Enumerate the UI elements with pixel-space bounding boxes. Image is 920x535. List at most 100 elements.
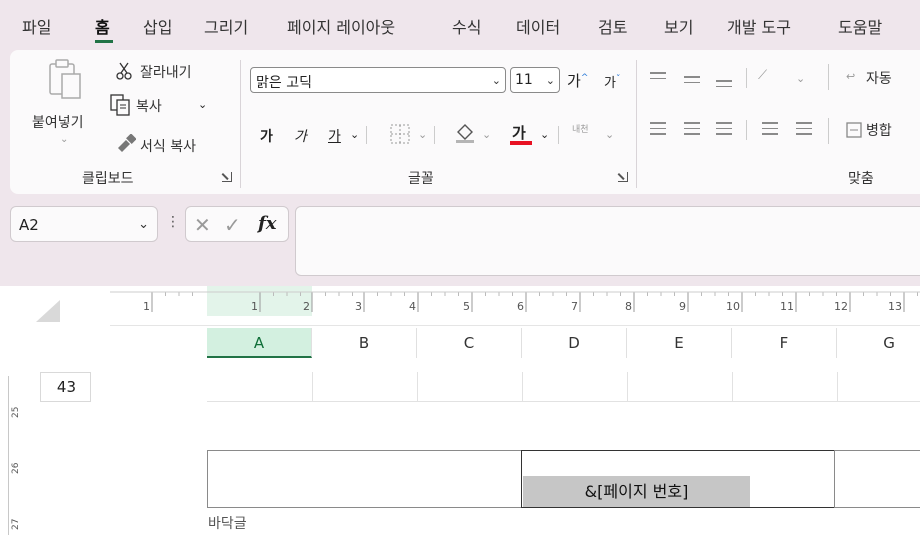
copy-dropdown-icon[interactable]: ⌄ <box>198 98 207 111</box>
tab-home[interactable]: 홈 <box>95 14 110 38</box>
column-header-a[interactable]: A <box>207 328 312 358</box>
align-right-icon[interactable] <box>716 118 732 139</box>
italic-button[interactable]: 가 <box>294 126 307 146</box>
wrap-text-button[interactable]: 자동 <box>866 68 892 88</box>
column-header-g[interactable]: G <box>837 328 920 358</box>
fill-color-icon[interactable] <box>454 122 476 148</box>
enter-icon[interactable]: ✓ <box>224 213 241 237</box>
column-header-b[interactable]: B <box>312 328 417 358</box>
active-tab-indicator <box>95 40 113 43</box>
align-center-icon[interactable] <box>684 118 700 139</box>
gridline <box>522 372 523 402</box>
ruler-number: 2 <box>303 300 310 313</box>
font-size-select[interactable]: 11 ⌄ <box>510 67 560 93</box>
cut-button[interactable]: 잘라내기 <box>140 62 192 82</box>
fill-dropdown-icon[interactable]: ⌄ <box>482 128 491 141</box>
font-name-select[interactable]: 맑은 고딕 ⌄ <box>250 67 506 93</box>
align-middle-icon[interactable] <box>684 72 700 87</box>
font-group-label: 글꼴 <box>408 171 434 187</box>
tab-formulas[interactable]: 수식 <box>452 14 481 38</box>
align-left-icon[interactable] <box>650 118 666 139</box>
column-header-c[interactable]: C <box>417 328 522 358</box>
more-options-icon[interactable]: ⋮ <box>166 214 180 230</box>
align-top-icon[interactable] <box>650 68 666 83</box>
formula-input[interactable] <box>295 206 920 276</box>
name-box-value: A2 <box>19 216 39 234</box>
ruler-number: 3 <box>355 300 362 313</box>
paste-icon <box>49 59 81 99</box>
tab-page-layout[interactable]: 페이지 레이아웃 <box>287 14 395 38</box>
phonetic-button[interactable]: 내천 <box>572 122 589 135</box>
phonetic-dropdown-icon[interactable]: ⌄ <box>605 128 614 141</box>
format-painter-button[interactable]: 서식 복사 <box>140 136 196 156</box>
borders-dropdown-icon[interactable]: ⌄ <box>418 128 427 141</box>
group-divider <box>240 60 241 188</box>
merge-button[interactable]: 병합 <box>866 120 892 140</box>
ruler-number: 6 <box>517 300 524 313</box>
insert-function-button[interactable]: fx <box>258 213 276 234</box>
clipboard-group-label: 클립보드 <box>82 171 134 187</box>
ruler-number: 5 <box>463 300 470 313</box>
tab-draw[interactable]: 그리기 <box>204 14 248 38</box>
formula-actions: ✕ ✓ fx <box>185 206 289 242</box>
underline-button[interactable]: 가 <box>328 126 341 146</box>
column-header-f[interactable]: F <box>732 328 837 358</box>
tab-view[interactable]: 보기 <box>664 14 693 38</box>
ruler-number: 10 <box>726 300 740 313</box>
grow-font-button[interactable]: 가^ <box>567 70 588 91</box>
orientation-icon[interactable]: ⟋ <box>758 68 767 83</box>
tab-data[interactable]: 데이터 <box>516 14 560 38</box>
vruler-number: 25 <box>11 406 21 418</box>
chevron-down-icon: ⌄ <box>138 217 149 232</box>
shrink-font-button[interactable]: 가ˇ <box>604 72 620 91</box>
decrease-indent-icon[interactable] <box>762 118 778 139</box>
font-color-swatch <box>510 141 532 145</box>
font-name-value: 맑은 고딕 <box>256 75 312 91</box>
underline-dropdown-icon[interactable]: ⌄ <box>350 128 359 141</box>
footer-label: 바닥글 <box>208 516 247 532</box>
column-header-d[interactable]: D <box>522 328 627 358</box>
vruler-number: 27 <box>11 518 21 530</box>
copy-button[interactable]: 복사 <box>136 96 162 116</box>
footer-left-section[interactable] <box>207 450 522 508</box>
column-header-e[interactable]: E <box>627 328 732 358</box>
row-header-43[interactable]: 43 <box>40 372 91 402</box>
select-all-corner[interactable] <box>0 286 110 358</box>
vertical-ruler: 25 26 27 <box>8 376 30 535</box>
tab-review[interactable]: 검토 <box>598 14 627 38</box>
font-color-button[interactable]: 가 <box>512 122 526 143</box>
tab-insert[interactable]: 삽입 <box>143 14 172 38</box>
font-launcher-icon[interactable] <box>618 172 628 182</box>
worksheet[interactable]: 1 1 2 3 4 5 6 7 8 9 10 11 12 13 A B C D E F G 43 25 2… <box>0 286 920 535</box>
name-box[interactable]: A2 ⌄ <box>10 206 158 242</box>
bold-button[interactable]: 가 <box>260 126 273 146</box>
cancel-icon[interactable]: ✕ <box>194 213 211 237</box>
ruler-number: 8 <box>625 300 632 313</box>
paste-label: 붙여넣기 <box>32 115 84 131</box>
horizontal-ruler: 1 1 2 3 4 5 6 7 8 9 10 11 12 13 <box>110 286 920 326</box>
increase-indent-icon[interactable] <box>796 118 812 139</box>
footer-right-section[interactable] <box>834 450 920 508</box>
divider <box>746 68 747 88</box>
copy-icon <box>110 94 132 120</box>
ruler-number: 7 <box>571 300 578 313</box>
font-color-dropdown-icon[interactable]: ⌄ <box>540 128 549 141</box>
paste-button[interactable] <box>48 58 84 106</box>
gridline <box>732 372 733 402</box>
row-43[interactable] <box>207 372 920 402</box>
page-number-field[interactable]: &[페이지 번호] <box>523 476 750 507</box>
borders-icon[interactable] <box>390 124 410 148</box>
tab-help[interactable]: 도움말 <box>838 14 882 38</box>
font-size-value: 11 <box>515 72 533 88</box>
menu-bar: 파일 홈 삽입 그리기 페이지 레이아웃 수식 데이터 검토 보기 개발 도구 … <box>0 0 920 46</box>
wrap-text-icon: ↩ <box>846 70 856 83</box>
clipboard-launcher-icon[interactable] <box>222 172 232 182</box>
align-bottom-icon[interactable] <box>716 76 732 91</box>
ruler-number: 4 <box>409 300 416 313</box>
paste-dropdown-icon[interactable]: ⌄ <box>60 134 68 145</box>
tab-file[interactable]: 파일 <box>22 14 51 38</box>
ruler-number: 11 <box>780 300 794 313</box>
divider <box>828 64 829 90</box>
tab-developer[interactable]: 개발 도구 <box>727 14 791 38</box>
orientation-dropdown-icon[interactable]: ⌄ <box>796 72 805 85</box>
